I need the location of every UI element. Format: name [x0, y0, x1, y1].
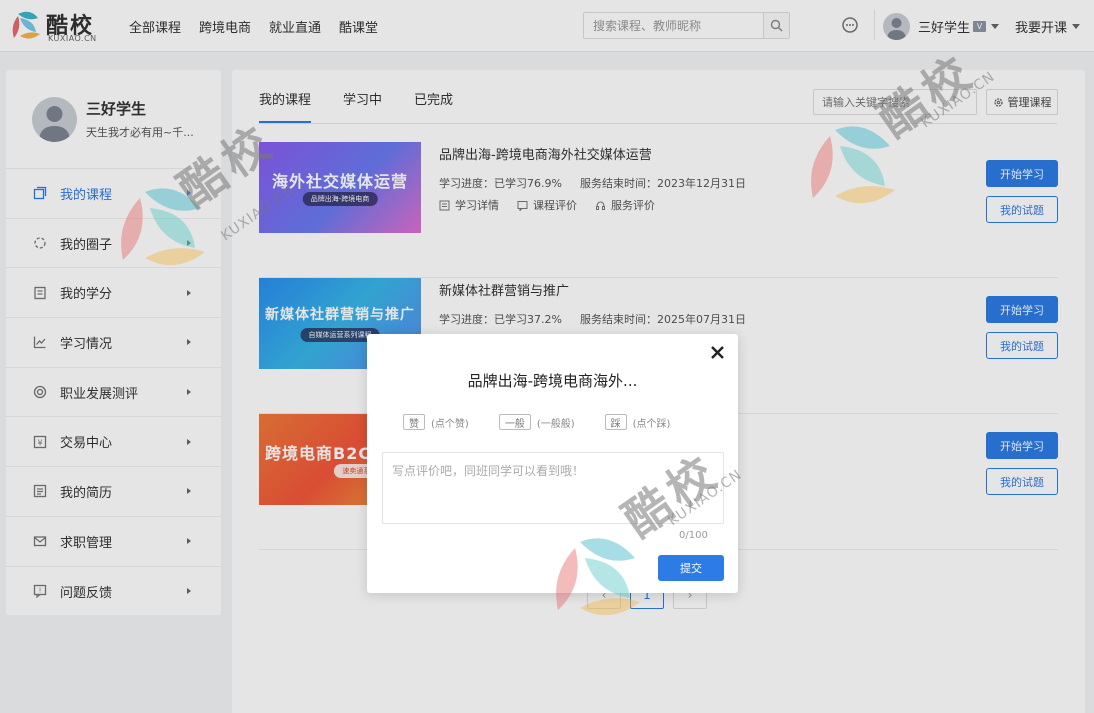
close-icon[interactable] [710, 345, 725, 360]
rating-chip: 踩 [604, 414, 627, 430]
review-dialog: 品牌出海-跨境电商海外... 赞 (点个赞) 一般 (一般般) 踩 (点个踩) … [367, 334, 738, 593]
submit-button[interactable]: 提交 [658, 555, 724, 581]
rating-hint: (点个踩) [632, 418, 671, 430]
rating-chip: 一般 [498, 414, 531, 430]
rating-hint: (一般般) [536, 418, 575, 430]
rating-like[interactable]: 赞 (点个赞) [403, 414, 469, 430]
rating-dislike[interactable]: 踩 (点个踩) [604, 414, 671, 430]
rating-neutral[interactable]: 一般 (一般般) [498, 414, 575, 430]
comment-textarea[interactable] [382, 452, 724, 524]
rating-chip: 赞 [403, 414, 425, 430]
rating-options: 赞 (点个赞) 一般 (一般般) 踩 (点个踩) [403, 414, 670, 430]
rating-hint: (点个赞) [431, 418, 469, 430]
character-count: 0/100 [679, 530, 708, 541]
dialog-title: 品牌出海-跨境电商海外... [467, 372, 638, 390]
